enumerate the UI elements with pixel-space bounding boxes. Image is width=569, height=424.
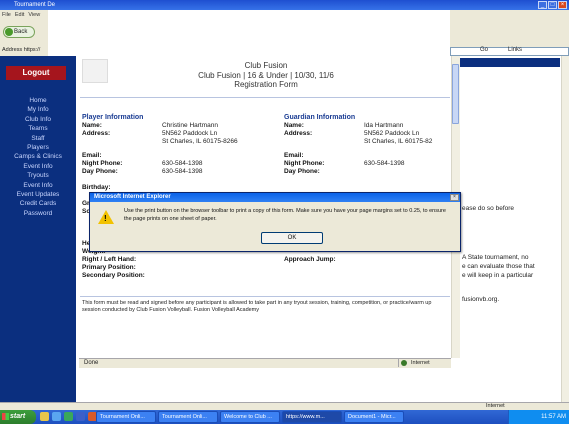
background-window-title: Tournament De xyxy=(14,2,56,8)
sidebar-item-staff[interactable]: Staff xyxy=(0,134,76,143)
dialog-close-button[interactable]: × xyxy=(450,194,459,201)
excel-icon[interactable] xyxy=(64,412,73,421)
sidebar-item-home[interactable]: Home xyxy=(0,96,76,105)
divider xyxy=(80,296,450,297)
browser-status-bar xyxy=(0,402,569,410)
player-secondary-position-label: Secondary Position: xyxy=(82,272,145,279)
taskbar-item[interactable]: Document1 - Micr... xyxy=(344,411,404,423)
sidebar-item-event-updates[interactable]: Event Updates xyxy=(0,190,76,199)
player-address-line1: 5N562 Paddock Ln xyxy=(162,130,218,137)
title-line-3: Registration Form xyxy=(234,80,298,89)
player-address-line2: St Charles, IL 60175-8266 xyxy=(162,138,238,145)
underlying-text-line: A State tournament, no xyxy=(462,254,529,261)
player-name-label: Name: xyxy=(82,122,102,129)
waiver-text: This form must be read and signed before… xyxy=(82,300,432,313)
word-icon[interactable] xyxy=(76,412,85,421)
club-logo xyxy=(82,59,108,83)
warning-icon-mark: ! xyxy=(104,214,107,223)
title-line-1: Club Fusion xyxy=(244,61,288,70)
underlying-text-line: e can evaluate those that xyxy=(462,263,535,270)
links-button[interactable]: Links xyxy=(508,47,522,53)
address-value[interactable]: https:// xyxy=(24,47,41,53)
guardian-address-line2: St Charles, IL 60175-82 xyxy=(364,138,433,145)
clock[interactable]: 11:57 AM xyxy=(541,414,566,420)
sidebar-item-tryouts[interactable]: Tryouts xyxy=(0,171,76,180)
outer-internet-zone: Internet xyxy=(486,403,505,409)
sidebar-item-players[interactable]: Players xyxy=(0,143,76,152)
underlying-page-header-bar xyxy=(460,58,560,67)
menu-view[interactable]: View xyxy=(28,12,40,18)
popup-scroll-thumb[interactable] xyxy=(452,64,459,124)
ok-button[interactable]: OK xyxy=(261,232,323,244)
guardian-night-phone-label: Night Phone: xyxy=(284,160,325,167)
sidebar-item-event-info[interactable]: Event Info xyxy=(0,162,76,171)
ie-icon[interactable] xyxy=(52,412,61,421)
address-label: Address xyxy=(2,47,23,53)
player-day-phone-label: Day Phone: xyxy=(82,168,118,175)
guardian-name-value: Ida Hartmann xyxy=(364,122,404,129)
taskbar-item[interactable]: Tournament Onli... xyxy=(96,411,156,423)
guardian-info-heading: Guardian Information xyxy=(284,114,356,121)
menu-edit[interactable]: Edit xyxy=(15,12,24,18)
system-tray: 11:57 AM xyxy=(508,410,569,424)
minimize-button[interactable]: _ xyxy=(538,1,547,9)
dialog-message: Use the print button on the browser tool… xyxy=(124,208,446,222)
popup-status-bar xyxy=(79,358,451,368)
underlying-text-line: ease do so before xyxy=(462,205,515,212)
underlying-text-line: fusionvb.org. xyxy=(462,296,500,303)
sidebar-nav: Home My Info Club Info Teams Staff Playe… xyxy=(0,96,76,218)
guardian-night-phone-value: 630-584-1398 xyxy=(364,160,405,167)
main-vertical-scrollbar[interactable] xyxy=(561,56,569,402)
sidebar-item-teams[interactable]: Teams xyxy=(0,124,76,133)
underlying-page-right xyxy=(460,56,569,402)
title-line-2: Club Fusion | 16 & Under | 10/30, 11/6 xyxy=(198,70,334,80)
guardian-day-phone-label: Day Phone: xyxy=(284,168,320,175)
sidebar-item-event-info-2[interactable]: Event Info xyxy=(0,181,76,190)
player-day-phone-value: 630-584-1398 xyxy=(162,168,203,175)
folder-icon[interactable] xyxy=(40,412,49,421)
taskbar-item-active[interactable]: https://www.m... xyxy=(282,411,342,423)
player-night-phone-value: 630-584-1398 xyxy=(162,160,203,167)
player-address-label: Address: xyxy=(82,130,111,137)
background-window-titlebar[interactable] xyxy=(0,0,569,10)
window-controls: _ □ × xyxy=(538,1,567,9)
menu-bar: File Edit View xyxy=(0,10,48,20)
close-button[interactable]: × xyxy=(558,1,567,9)
player-night-phone-label: Night Phone: xyxy=(82,160,123,167)
approach-jump-label: Approach Jump: xyxy=(284,256,336,263)
player-name-value: Christine Hartmann xyxy=(162,122,218,129)
quick-launch xyxy=(40,412,97,421)
sidebar-item-club-info[interactable]: Club Info xyxy=(0,115,76,124)
sidebar-item-my-info[interactable]: My Info xyxy=(0,105,76,114)
guardian-name-label: Name: xyxy=(284,122,304,129)
go-button[interactable]: Go xyxy=(480,47,488,53)
zone-label: Internet xyxy=(411,360,430,366)
player-primary-position-label: Primary Position: xyxy=(82,264,136,271)
dialog-title: Microsoft Internet Explorer xyxy=(94,194,171,200)
logout-button[interactable]: Logout xyxy=(6,66,66,80)
popup-status-text: Done xyxy=(84,360,99,366)
internet-zone-indicator: Internet xyxy=(398,359,448,367)
taskbar-item[interactable]: Welcome to Club ... xyxy=(220,411,280,423)
menu-file[interactable]: File xyxy=(2,12,11,18)
start-button[interactable]: start xyxy=(0,410,36,424)
sidebar-item-password[interactable]: Password xyxy=(0,209,76,218)
globe-icon xyxy=(401,360,407,366)
taskbar-item[interactable]: Tournament Onli... xyxy=(158,411,218,423)
guardian-address-label: Address: xyxy=(284,130,313,137)
page-title: Club Fusion Club Fusion | 16 & Under | 1… xyxy=(150,61,382,90)
guardian-address-line1: 5N562 Paddock Ln xyxy=(364,130,420,137)
player-birthday-label: Birthday: xyxy=(82,184,111,191)
sidebar-item-camps-clinics[interactable]: Camps & Clinics xyxy=(0,152,76,161)
maximize-button[interactable]: □ xyxy=(548,1,557,9)
player-email-label: Email: xyxy=(82,152,102,159)
player-info-heading: Player Information xyxy=(82,114,144,121)
player-hand-label: Right / Left Hand: xyxy=(82,256,137,263)
back-button[interactable]: Back xyxy=(3,26,35,38)
sidebar-item-credit-cards[interactable]: Credit Cards xyxy=(0,199,76,208)
guardian-email-label: Email: xyxy=(284,152,304,159)
underlying-text-line: e will keep in a particular xyxy=(462,272,534,279)
address-bar[interactable]: Address https:// xyxy=(0,44,48,56)
divider xyxy=(80,97,450,98)
